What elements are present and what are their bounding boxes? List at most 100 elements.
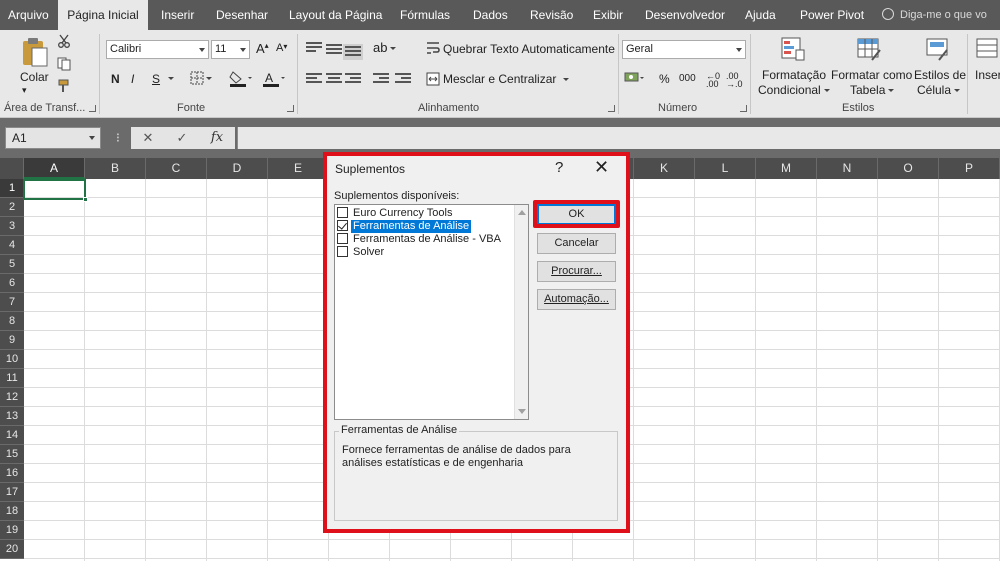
increase-indent-icon[interactable] [395, 73, 411, 85]
merge-center-button[interactable]: Mesclar e Centralizar [443, 72, 569, 86]
row-header-5[interactable]: 5 [0, 255, 24, 274]
increase-font-size-icon[interactable]: A▴ [256, 41, 269, 56]
conditional-formatting-line1[interactable]: Formatação [762, 68, 826, 82]
row-header-7[interactable]: 7 [0, 293, 24, 312]
fill-color-icon[interactable] [229, 70, 253, 88]
align-right-icon[interactable] [345, 73, 361, 85]
select-all-corner[interactable] [0, 158, 24, 179]
tab-desenhar[interactable]: Desenhar [216, 0, 268, 30]
formula-input[interactable] [237, 127, 1000, 149]
row-header-16[interactable]: 16 [0, 464, 24, 483]
row-header-2[interactable]: 2 [0, 198, 24, 217]
percent-button[interactable]: % [659, 72, 670, 86]
row-header-11[interactable]: 11 [0, 369, 24, 388]
decrease-indent-icon[interactable] [373, 73, 389, 85]
tab-dados[interactable]: Dados [473, 0, 508, 30]
number-dialog-launcher[interactable] [740, 105, 747, 112]
tab-ajuda[interactable]: Ajuda [745, 0, 776, 30]
checkbox[interactable] [337, 233, 348, 244]
copy-icon[interactable] [57, 57, 73, 71]
decrease-font-size-icon[interactable]: A▾ [276, 42, 287, 54]
active-cell-a1[interactable] [23, 179, 88, 202]
browse-button[interactable]: Procurar... [537, 261, 616, 282]
borders-icon[interactable] [190, 71, 212, 85]
cancel-button[interactable]: Cancelar [537, 233, 616, 254]
format-as-table-button[interactable]: Tabela [850, 83, 895, 97]
close-icon[interactable]: ✕ [594, 157, 609, 178]
row-header-8[interactable]: 8 [0, 312, 24, 331]
cell-styles-line1[interactable]: Estilos de [914, 68, 966, 82]
font-color-icon[interactable]: A [262, 70, 286, 88]
increase-decimal-icon[interactable]: ←0.00 [706, 72, 720, 89]
row-header-1[interactable]: 1 [0, 179, 24, 198]
checkbox[interactable] [337, 246, 348, 257]
accounting-format-icon[interactable] [624, 70, 646, 86]
cut-icon[interactable] [57, 34, 71, 48]
align-center-icon[interactable] [326, 73, 342, 85]
tab-exibir[interactable]: Exibir [593, 0, 623, 30]
tab-arquivo[interactable]: Arquivo [8, 0, 49, 30]
row-header-12[interactable]: 12 [0, 388, 24, 407]
alignment-dialog-launcher[interactable] [608, 105, 615, 112]
bold-button[interactable]: N [111, 72, 120, 86]
column-header-p[interactable]: P [939, 158, 1000, 179]
column-header-n[interactable]: N [817, 158, 878, 179]
tab-layout-da-pagina[interactable]: Layout da Página [289, 0, 382, 30]
tab-inserir[interactable]: Inserir [161, 0, 194, 30]
tab-revisao[interactable]: Revisão [530, 0, 573, 30]
decrease-decimal-icon[interactable]: .00 →.0 [726, 72, 743, 89]
row-header-4[interactable]: 4 [0, 236, 24, 255]
name-box[interactable]: A1 [5, 127, 101, 149]
format-as-table-line1[interactable]: Formatar como [831, 68, 912, 82]
tab-pagina-inicial[interactable]: Página Inicial [58, 0, 148, 30]
number-format-combo[interactable]: Geral [622, 40, 746, 59]
list-item[interactable]: Euro Currency Tools [337, 207, 527, 220]
orientation-icon[interactable]: ab [373, 40, 397, 55]
conditional-formatting-icon[interactable] [780, 36, 806, 62]
column-header-c[interactable]: C [146, 158, 207, 179]
row-header-10[interactable]: 10 [0, 350, 24, 369]
font-dialog-launcher[interactable] [287, 105, 294, 112]
row-header-6[interactable]: 6 [0, 274, 24, 293]
italic-button[interactable]: I [131, 72, 134, 86]
row-header-13[interactable]: 13 [0, 407, 24, 426]
tab-desenvolvedor[interactable]: Desenvolvedor [645, 0, 725, 30]
cell-styles-icon[interactable] [925, 36, 951, 62]
thousands-separator-button[interactable]: 000 [679, 73, 696, 84]
paste-button-label[interactable]: Colar [20, 70, 49, 84]
paste-dropdown-arrow[interactable]: ▾ [22, 85, 27, 96]
paste-icon[interactable] [20, 36, 50, 68]
underline-dropdown[interactable] [165, 71, 174, 85]
automation-button[interactable]: Automação... [537, 289, 616, 310]
checkbox[interactable] [337, 207, 348, 218]
column-header-b[interactable]: B [85, 158, 146, 179]
column-header-k[interactable]: K [634, 158, 695, 179]
insert-function-icon[interactable]: fx [199, 127, 235, 149]
row-header-3[interactable]: 3 [0, 217, 24, 236]
font-size-combo[interactable]: 11 [211, 40, 250, 59]
cancel-entry-icon[interactable]: ✕ [131, 127, 165, 149]
column-header-m[interactable]: M [756, 158, 817, 179]
column-header-a[interactable]: A [24, 158, 85, 179]
align-middle-icon[interactable] [326, 44, 342, 56]
conditional-formatting-button[interactable]: Condicional [758, 83, 830, 97]
row-header-18[interactable]: 18 [0, 502, 24, 521]
list-item[interactable]: Ferramentas de Análise - VBA [337, 233, 527, 246]
scroll-down-icon[interactable] [518, 409, 526, 414]
align-bottom-icon[interactable] [343, 44, 363, 60]
cell-styles-button[interactable]: Célula [917, 83, 961, 97]
checkbox[interactable] [337, 220, 348, 231]
column-header-e[interactable]: E [268, 158, 329, 179]
scroll-up-icon[interactable] [518, 210, 526, 215]
insert-cells-icon[interactable] [975, 36, 1000, 62]
clipboard-dialog-launcher[interactable] [89, 105, 96, 112]
confirm-entry-icon[interactable]: ✓ [165, 127, 199, 149]
help-icon[interactable]: ? [555, 159, 563, 176]
format-painter-icon[interactable] [57, 79, 71, 93]
wrap-text-icon[interactable] [426, 41, 440, 55]
fill-handle[interactable] [83, 197, 88, 202]
insert-cells-label[interactable]: Inser [975, 68, 1000, 82]
addins-listbox[interactable]: Euro Currency Tools Ferramentas de Análi… [334, 204, 529, 420]
align-top-icon[interactable] [306, 42, 322, 54]
list-item[interactable]: Ferramentas de Análise [337, 220, 527, 233]
